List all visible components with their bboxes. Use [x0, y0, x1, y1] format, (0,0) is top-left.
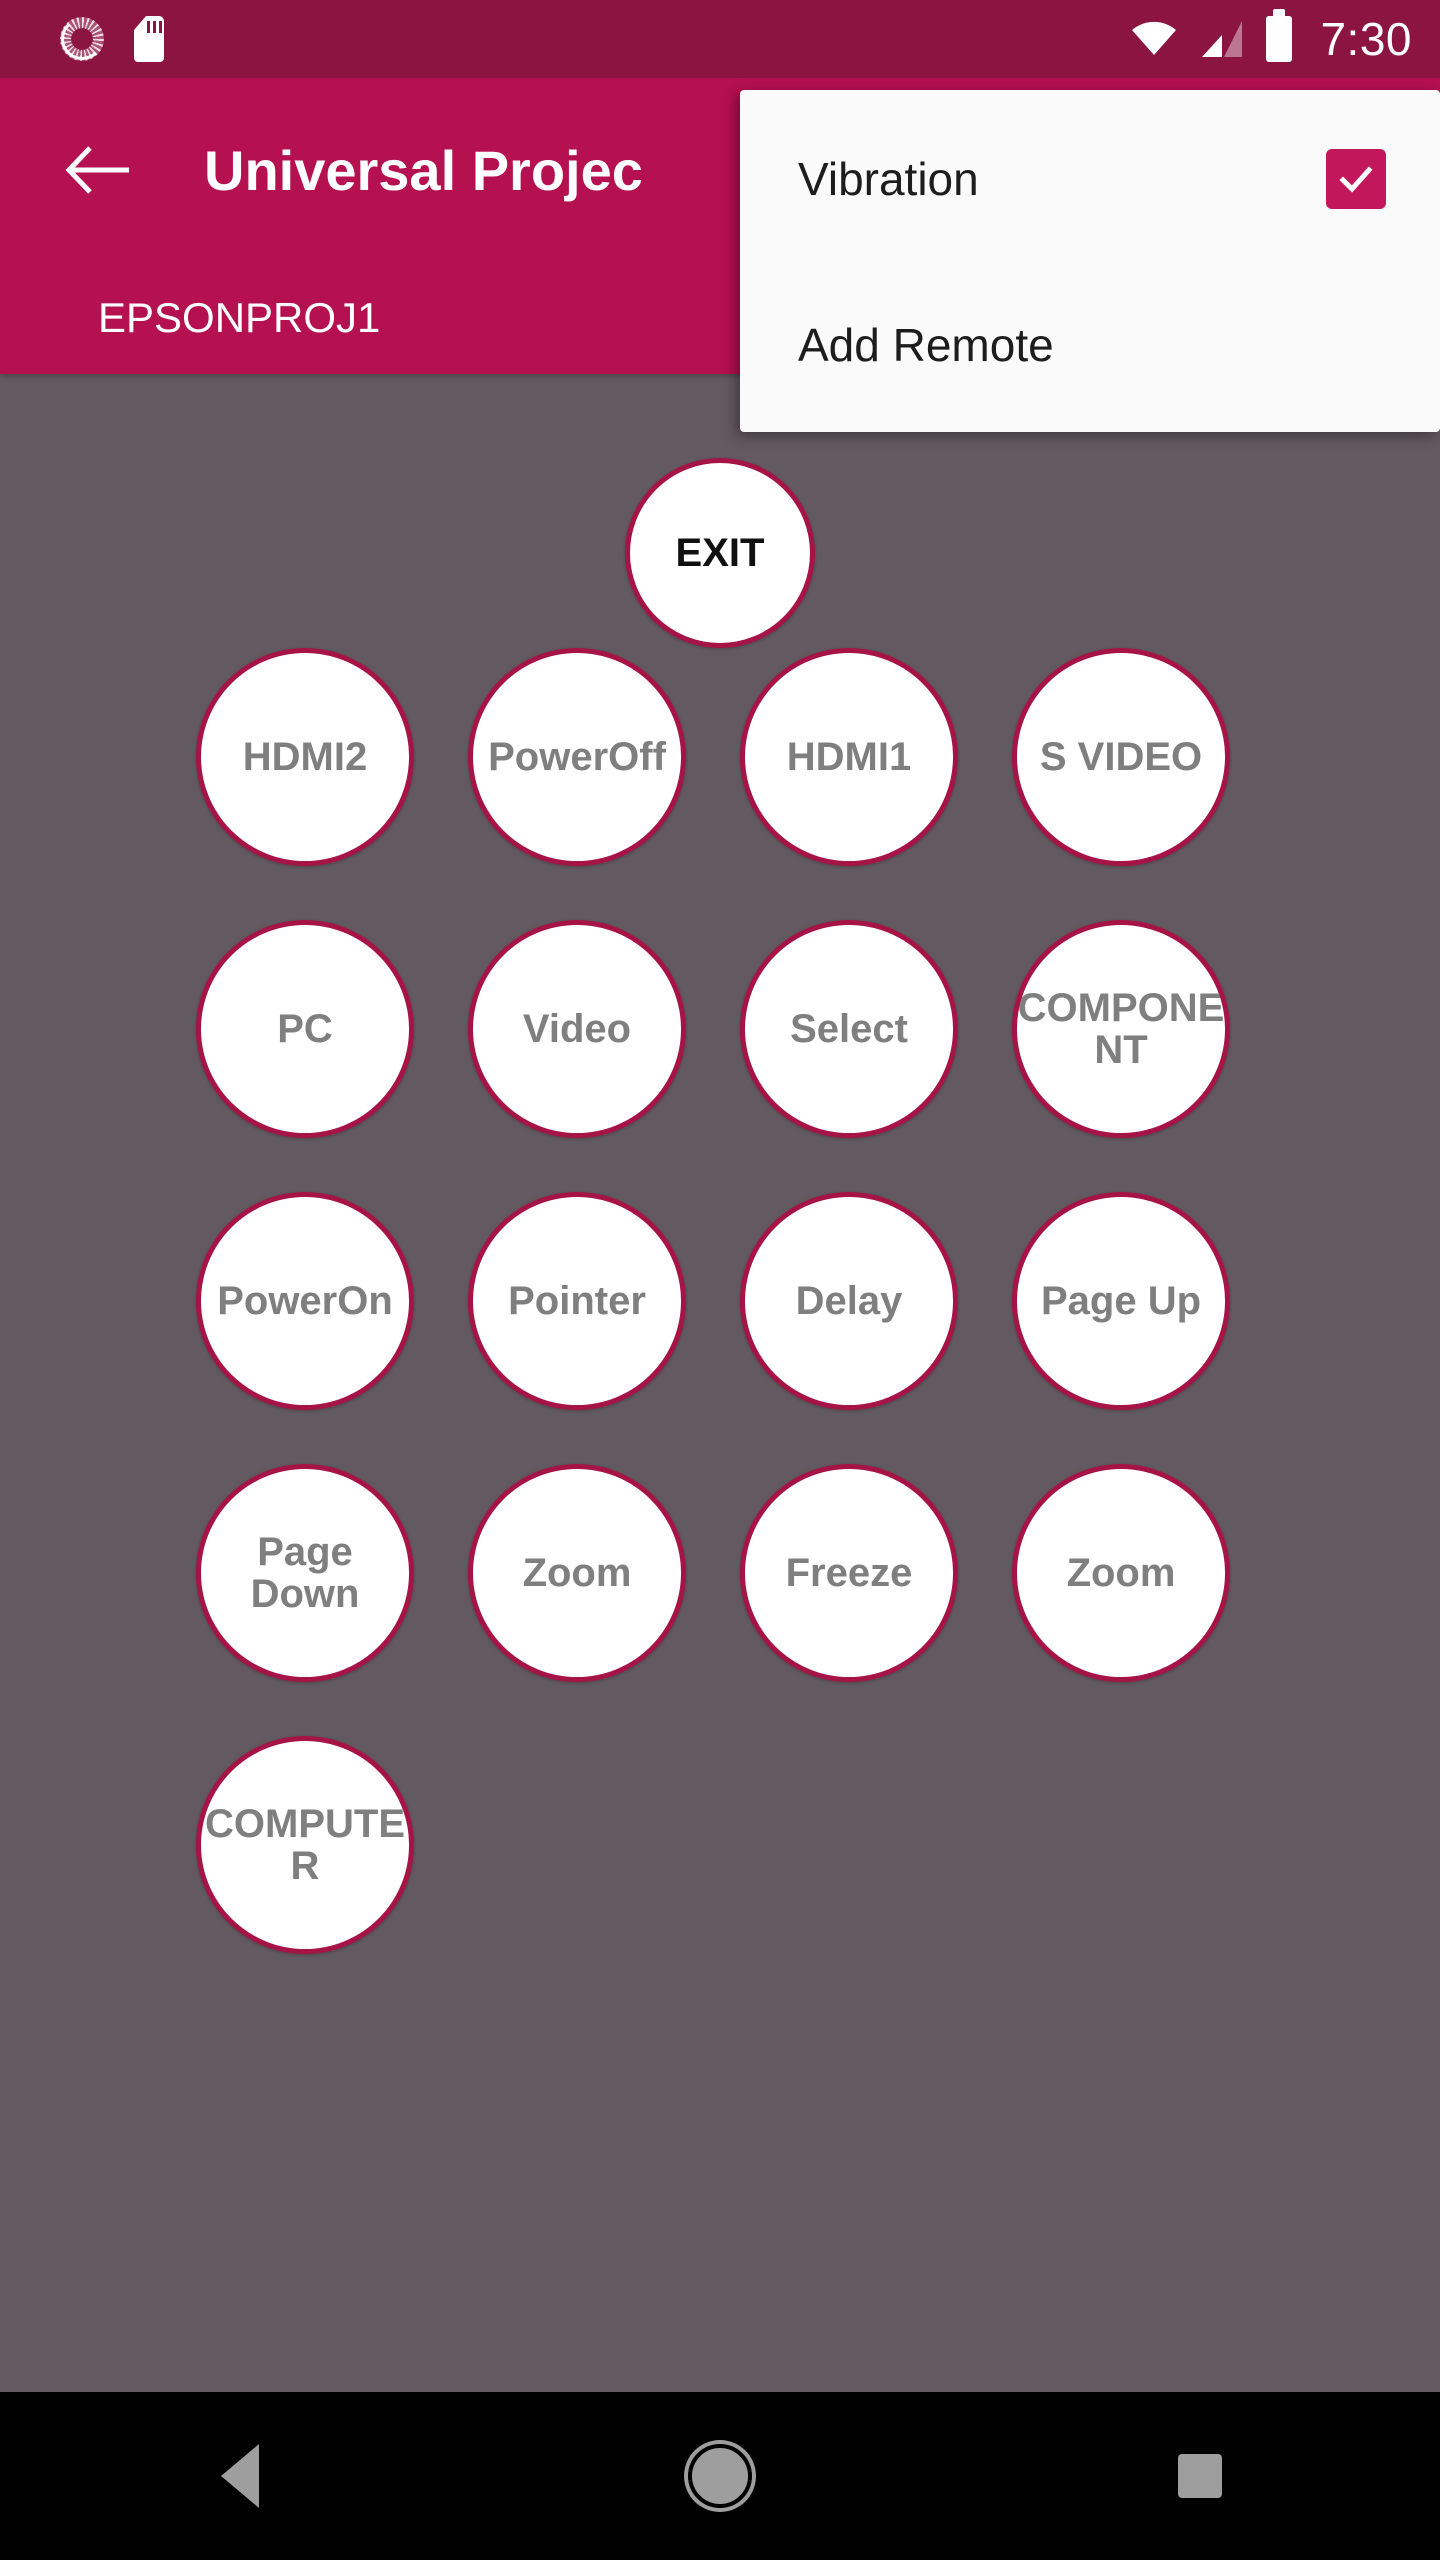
wifi-icon	[1130, 21, 1178, 57]
menu-item-add-remote[interactable]: Add Remote	[740, 262, 1440, 428]
remote-button-label: COMPONENT	[1017, 986, 1225, 1072]
remote-button-grid: HDMI2 PowerOff HDMI1 S VIDEO PC Video Se…	[0, 648, 1440, 2008]
remote-button-label: Select	[790, 1007, 908, 1051]
nav-home-button[interactable]	[620, 2416, 820, 2536]
remote-button-freeze[interactable]: Freeze	[740, 1464, 958, 1682]
nav-home-icon	[688, 2444, 752, 2508]
phone-screen: 7:30 Universal Projec EPSONPROJ1 Vibrati…	[0, 0, 1440, 2560]
remote-button-label: Delay	[795, 1279, 903, 1323]
remote-button-label: Zoom	[1066, 1551, 1176, 1595]
nav-recents-icon	[1178, 2454, 1222, 2498]
remote-button-exit[interactable]: EXIT	[625, 458, 815, 648]
remote-button-page-down[interactable]: Page Down	[196, 1464, 414, 1682]
remote-button-label: EXIT	[675, 531, 765, 575]
remote-button-hdmi2[interactable]: HDMI2	[196, 648, 414, 866]
status-time: 7:30	[1320, 13, 1412, 65]
remote-button-pointer[interactable]: Pointer	[468, 1192, 686, 1410]
remote-button-hdmi1[interactable]: HDMI1	[740, 648, 958, 866]
page-title: Universal Projec	[204, 138, 643, 202]
back-button[interactable]	[38, 110, 158, 230]
remote-button-label: S VIDEO	[1039, 735, 1203, 779]
remote-button-label: Freeze	[785, 1551, 913, 1595]
remote-button-pc[interactable]: PC	[196, 920, 414, 1138]
remote-button-label: Video	[522, 1007, 632, 1051]
nav-back-button[interactable]	[140, 2416, 340, 2536]
remote-button-poweron[interactable]: PowerOn	[196, 1192, 414, 1410]
status-bar: 7:30	[0, 0, 1440, 78]
device-name-label: EPSONPROJ1	[98, 294, 381, 341]
remote-button-area: EXIT HDMI2 PowerOff HDMI1 S VIDEO PC Vid…	[0, 374, 1440, 2390]
remote-button-component[interactable]: COMPONENT	[1012, 920, 1230, 1138]
remote-button-label: PowerOff	[488, 735, 666, 779]
remote-button-poweroff[interactable]: PowerOff	[468, 648, 686, 866]
remote-button-label: Pointer	[508, 1279, 646, 1323]
menu-item-add-remote-label: Add Remote	[798, 319, 1054, 371]
remote-button-label: Page Down	[250, 1530, 360, 1616]
back-arrow-icon	[65, 146, 129, 194]
menu-item-vibration[interactable]: Vibration	[740, 96, 1440, 262]
remote-button-label: Page Up	[1040, 1279, 1202, 1323]
sync-icon	[60, 17, 104, 61]
vibration-checkbox[interactable]	[1326, 149, 1386, 209]
overflow-menu: Vibration Add Remote	[740, 90, 1440, 432]
remote-button-zoom-out[interactable]: Zoom	[1012, 1464, 1230, 1682]
remote-button-label: HDMI2	[242, 735, 368, 779]
android-nav-bar	[0, 2392, 1440, 2560]
cellular-signal-icon	[1200, 20, 1244, 58]
remote-button-delay[interactable]: Delay	[740, 1192, 958, 1410]
remote-button-label: HDMI1	[786, 735, 912, 779]
remote-button-page-up[interactable]: Page Up	[1012, 1192, 1230, 1410]
nav-recents-button[interactable]	[1100, 2416, 1300, 2536]
remote-button-video[interactable]: Video	[468, 920, 686, 1138]
remote-button-zoom-in[interactable]: Zoom	[468, 1464, 686, 1682]
status-bar-right-icons: 7:30	[1130, 9, 1412, 66]
sd-card-icon	[134, 16, 164, 62]
remote-button-label: Zoom	[522, 1551, 632, 1595]
battery-icon	[1266, 9, 1293, 62]
check-icon	[1339, 166, 1373, 193]
nav-back-icon	[221, 2444, 259, 2508]
remote-button-label: PC	[277, 1007, 333, 1051]
remote-button-label: PowerOn	[217, 1279, 393, 1323]
remote-button-label: COMPUTER	[205, 1802, 405, 1888]
menu-item-vibration-label: Vibration	[798, 153, 979, 205]
remote-button-computer[interactable]: COMPUTER	[196, 1736, 414, 1954]
remote-button-s-video[interactable]: S VIDEO	[1012, 648, 1230, 866]
status-bar-left-icons	[60, 16, 1130, 62]
remote-button-select[interactable]: Select	[740, 920, 958, 1138]
